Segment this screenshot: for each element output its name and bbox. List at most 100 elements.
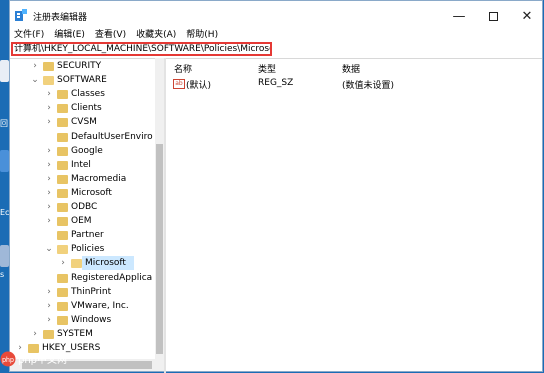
folder-icon <box>57 217 68 227</box>
values-pane: 名称 类型 数据 ab (默认) REG_SZ (数值未设置) <box>166 58 542 373</box>
expand-arrow-icon[interactable]: › <box>45 214 53 228</box>
regedit-icon <box>15 9 27 21</box>
column-header-data[interactable]: 数据 <box>342 62 360 75</box>
folder-icon <box>57 104 68 114</box>
tree-node[interactable]: DefaultUserEnviro <box>10 130 155 144</box>
folder-icon <box>57 315 68 325</box>
tree-node-label: ODBC <box>71 202 98 212</box>
tree-node[interactable]: › Classes <box>10 87 155 101</box>
close-icon: ✕ <box>521 8 533 24</box>
tree-node-label: Clients <box>71 103 102 114</box>
tree-node-label: Google <box>71 145 103 156</box>
desktop-icon[interactable] <box>0 150 9 172</box>
menu-favorites[interactable]: 收藏夹(A) <box>132 28 182 42</box>
tree-node-label: OEM <box>71 216 92 227</box>
folder-icon <box>71 259 82 269</box>
tree-node-label: Partner <box>71 230 104 241</box>
expand-arrow-icon[interactable]: › <box>45 101 53 115</box>
menu-help[interactable]: 帮助(H) <box>182 28 224 42</box>
folder-icon <box>57 90 68 100</box>
expand-arrow-icon[interactable]: › <box>45 115 53 129</box>
string-value-icon: ab <box>173 79 185 89</box>
tree-node-label: DefaultUserEnviro <box>71 131 153 142</box>
tree-node[interactable]: › Macromedia <box>10 172 155 186</box>
tree-node-label: Policies <box>71 244 105 255</box>
menu-bar: 文件(F) 编辑(E) 查看(V) 收藏夹(A) 帮助(H) <box>10 28 542 42</box>
title-bar[interactable]: 注册表编辑器 — ✕ <box>10 1 542 31</box>
menu-file[interactable]: 文件(F) <box>10 28 50 42</box>
expand-arrow-icon[interactable]: › <box>45 172 53 186</box>
expand-arrow-icon[interactable]: › <box>45 87 53 101</box>
watermark: php php中文网 <box>0 345 70 372</box>
tree-node[interactable]: › VMware, Inc. <box>10 299 155 313</box>
value-data: (数值未设置) <box>342 81 395 91</box>
expand-arrow-icon[interactable]: › <box>45 158 53 172</box>
registry-editor-window: 注册表编辑器 — ✕ 文件(F) 编辑(E) 查看(V) 收藏夹(A) 帮助(H… <box>9 0 543 373</box>
tree-node-label: Microsoft <box>71 187 112 198</box>
expand-arrow-icon[interactable]: › <box>45 299 53 313</box>
address-bar[interactable]: 计算机\HKEY_LOCAL_MACHINE\SOFTWARE\Policies… <box>11 42 272 56</box>
desktop-label: 回 <box>0 119 8 128</box>
tree-node[interactable]: › Microsoft <box>10 186 155 200</box>
folder-icon <box>57 188 68 198</box>
tree-node-label: VMware, Inc. <box>71 300 129 311</box>
folder-icon <box>57 146 68 156</box>
tree-node[interactable]: › SECURITY <box>10 59 155 73</box>
folder-icon <box>57 287 68 297</box>
tree-node[interactable]: › OEM <box>10 214 155 228</box>
column-header-type[interactable]: 类型 <box>258 62 276 75</box>
tree-node[interactable]: › SYSTEM <box>10 327 155 341</box>
menu-edit[interactable]: 编辑(E) <box>50 28 91 42</box>
expand-arrow-icon[interactable]: › <box>45 144 53 158</box>
folder-icon <box>57 132 68 142</box>
tree-node[interactable]: › CVSM <box>10 115 155 129</box>
tree-node[interactable]: › ODBC <box>10 200 155 214</box>
php-logo-icon: php <box>0 351 16 366</box>
tree-node[interactable]: ⌄ Policies <box>10 242 155 256</box>
folder-icon <box>57 231 68 241</box>
tree-node-selected[interactable]: › Microsoft <box>10 256 155 271</box>
expand-arrow-icon[interactable]: › <box>31 327 39 341</box>
collapse-arrow-icon[interactable]: ⌄ <box>45 242 53 256</box>
tree-node[interactable]: RegisteredApplica <box>10 271 155 285</box>
tree-node-label: Microsoft <box>85 258 126 269</box>
expand-arrow-icon[interactable]: › <box>45 313 53 327</box>
tree-node[interactable]: › Windows <box>10 313 155 327</box>
minimize-icon: — <box>452 8 466 24</box>
folder-icon <box>57 301 68 311</box>
tree-node[interactable]: › Intel <box>10 158 155 172</box>
maximize-button[interactable] <box>476 1 510 31</box>
tree-node[interactable]: Partner <box>10 228 155 242</box>
expand-arrow-icon[interactable]: › <box>45 285 53 299</box>
scrollbar-thumb[interactable] <box>156 144 163 354</box>
tree-node-label: SYSTEM <box>57 328 93 339</box>
menu-view[interactable]: 查看(V) <box>91 28 132 42</box>
expand-arrow-icon[interactable]: › <box>45 186 53 200</box>
folder-icon <box>43 62 54 71</box>
tree-node-label: CVSM <box>71 117 97 128</box>
desktop-icon[interactable] <box>0 245 9 267</box>
expand-arrow-icon[interactable]: › <box>45 200 53 214</box>
watermark-text: php中文网 <box>18 355 68 366</box>
tree-node-label: Macromedia <box>71 173 127 184</box>
tree-node-label: RegisteredApplica <box>71 272 153 283</box>
tree-node[interactable]: › ThinPrint <box>10 285 155 299</box>
value-name: (默认) <box>186 81 212 91</box>
collapse-arrow-icon[interactable]: ⌄ <box>31 73 39 87</box>
desktop-icon[interactable] <box>0 60 9 82</box>
tree-node-label: SECURITY <box>57 61 102 71</box>
tree-vertical-scrollbar[interactable] <box>155 58 164 359</box>
folder-icon <box>57 203 68 212</box>
tree-node[interactable]: › Clients <box>10 101 155 115</box>
minimize-button[interactable]: — <box>442 1 476 31</box>
folder-icon <box>57 245 68 255</box>
maximize-icon <box>488 11 498 21</box>
close-button[interactable]: ✕ <box>510 1 544 31</box>
expand-arrow-icon[interactable]: › <box>59 256 67 270</box>
column-header-name[interactable]: 名称 <box>174 62 192 75</box>
expand-arrow-icon[interactable]: › <box>31 59 39 73</box>
tree-node[interactable]: › Google <box>10 144 155 158</box>
tree-node[interactable]: ⌄ SOFTWARE <box>10 73 155 87</box>
value-type: REG_SZ <box>258 78 294 88</box>
folder-icon <box>43 76 54 86</box>
